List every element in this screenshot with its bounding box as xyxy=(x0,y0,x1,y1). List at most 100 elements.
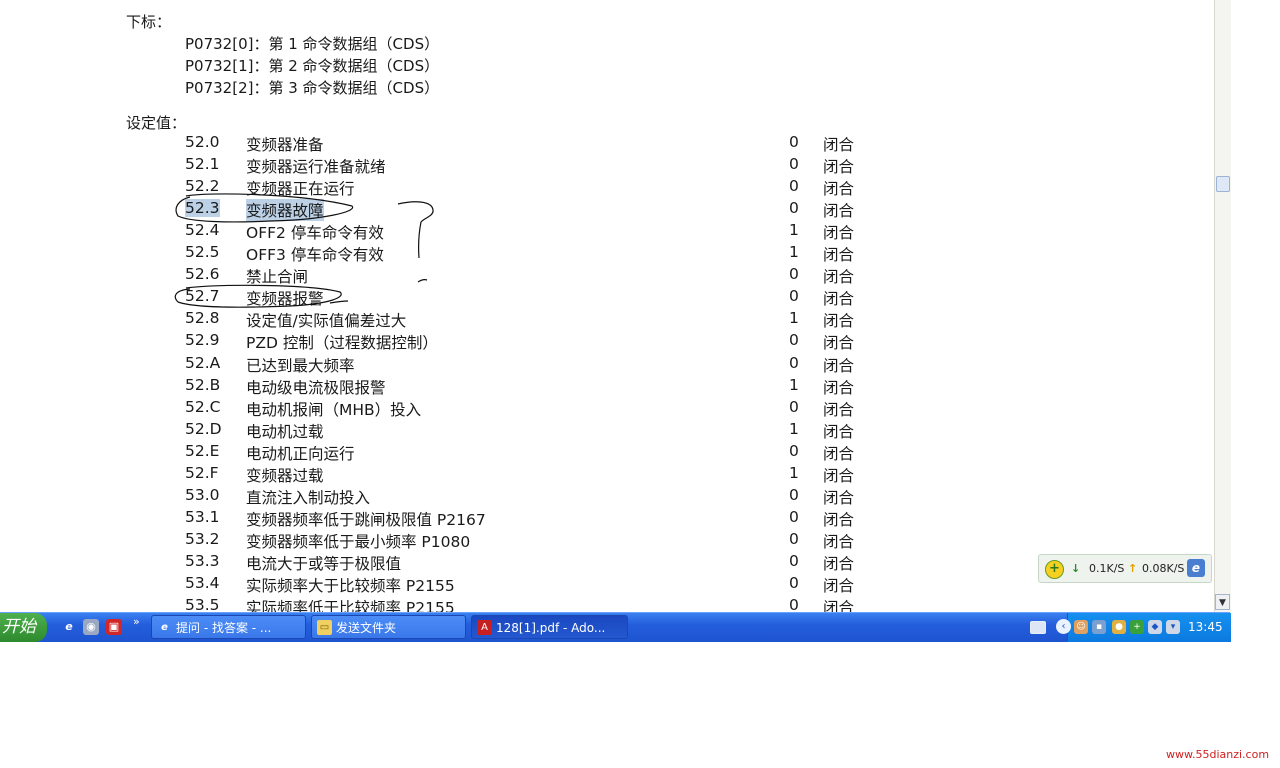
task-label: 发送文件夹 xyxy=(336,621,397,635)
update-icon[interactable]: ▾ xyxy=(1166,620,1180,634)
row-code: 53.4 xyxy=(185,574,220,592)
row-state: 闭合 xyxy=(823,136,855,154)
messenger-icon[interactable]: ☺ xyxy=(1074,620,1088,634)
row-value: 0 xyxy=(789,331,799,350)
row-description: 实际频率低于比较频率 P2155 xyxy=(246,599,455,612)
subscript-item: P0732[1]：第 2 命令数据组（CDS） xyxy=(185,57,440,75)
row-value: 1 xyxy=(789,463,799,482)
row-value: 0 xyxy=(789,353,799,372)
upload-speed: 0.08K/S xyxy=(1142,562,1185,575)
pdf-document-view: 下标： P0732[0]：第 1 命令数据组（CDS） P0732[1]：第 2… xyxy=(0,0,1214,612)
table-row: 52.C 电动机报闸（MHB）投入 0 闭合 xyxy=(0,398,1214,420)
tray-expand-icon[interactable]: ‹ xyxy=(1056,619,1071,634)
task-pdf-reader[interactable]: A 128[1].pdf - Ado... xyxy=(471,615,628,639)
row-state: 闭合 xyxy=(823,334,855,353)
browser-icon[interactable]: e xyxy=(1187,559,1205,577)
user-icon[interactable]: ● xyxy=(1112,620,1126,634)
media-quicklaunch-icon[interactable]: ◉ xyxy=(83,619,99,635)
row-code: 52.F xyxy=(185,463,219,482)
row-state: 闭合 xyxy=(823,400,855,419)
row-value: 0 xyxy=(789,574,799,592)
row-code: 52.B xyxy=(185,375,221,394)
scrollbar-thumb[interactable] xyxy=(1216,176,1230,192)
row-state: 闭合 xyxy=(823,356,855,375)
row-state: 闭合 xyxy=(823,488,855,507)
row-state: 闭合 xyxy=(823,290,855,309)
row-value: 1 xyxy=(789,243,799,262)
row-description: PZD 控制（过程数据控制） xyxy=(246,334,438,353)
table-row: 52.B 电动级电流极限报警 1 闭合 xyxy=(0,376,1214,398)
table-row: 52.0 变频器准备 0 闭合 xyxy=(0,133,1214,155)
task-folder[interactable]: ▭ 发送文件夹 xyxy=(311,615,466,639)
row-description: 实际频率大于比较频率 P2155 xyxy=(246,577,455,595)
pdf-icon: A xyxy=(477,620,492,635)
row-description: 电流大于或等于极限值 xyxy=(246,554,402,573)
row-code: 52.E xyxy=(185,441,220,460)
row-state: 闭合 xyxy=(823,599,855,612)
row-state: 闭合 xyxy=(823,180,855,199)
row-value: 0 xyxy=(789,551,799,570)
row-description: OFF2 停车命令有效 xyxy=(246,224,384,243)
row-state: 闭合 xyxy=(823,378,855,397)
table-row: 53.0 直流注入制动投入 0 闭合 xyxy=(0,486,1214,508)
row-code: 53.5 xyxy=(185,596,220,612)
table-row: 53.5 实际频率低于比较频率 P2155 0 闭合 xyxy=(0,596,1214,612)
row-state: 闭合 xyxy=(823,554,855,573)
row-code: 53.2 xyxy=(185,529,220,548)
start-button[interactable]: 开始 xyxy=(0,613,47,642)
task-label: 提问 - 找答案 - ... xyxy=(176,621,272,635)
table-row: 53.1 变频器频率低于跳闸极限值 P2167 0 闭合 xyxy=(0,508,1214,530)
table-row: 53.3 电流大于或等于极限值 0 闭合 xyxy=(0,552,1214,574)
keyboard-icon[interactable] xyxy=(1030,621,1046,634)
subscript-heading: 下标： xyxy=(126,13,172,31)
row-state: 闭合 xyxy=(823,224,855,243)
quicklaunch-more-icon[interactable]: » xyxy=(133,615,140,628)
row-value: 1 xyxy=(789,309,799,328)
security-icon[interactable]: + xyxy=(1130,620,1144,634)
vertical-scrollbar[interactable] xyxy=(1214,0,1231,612)
watermark: www.55dianzi.com xyxy=(1166,748,1270,761)
network-icon[interactable]: ▪ xyxy=(1092,620,1106,634)
app-quicklaunch-icon[interactable]: ▣ xyxy=(106,619,122,635)
table-row: 52.5 OFF3 停车命令有效 1 闭合 xyxy=(0,243,1214,265)
row-description: 电动机正向运行 xyxy=(246,444,355,463)
row-code: 52.8 xyxy=(185,309,220,328)
row-state: 闭合 xyxy=(823,577,855,595)
shield-icon[interactable]: ◆ xyxy=(1148,620,1162,634)
table-row: 52.6 禁止合闸 0 闭合 xyxy=(0,265,1214,287)
row-code: 52.7 xyxy=(185,287,220,306)
row-description: 变频器频率低于跳闸极限值 P2167 xyxy=(246,510,486,529)
download-speed: 0.1K/S xyxy=(1089,562,1125,575)
row-description: 变频器运行准备就绪 xyxy=(246,158,386,177)
row-value: 1 xyxy=(789,419,799,438)
row-state: 闭合 xyxy=(823,202,855,221)
row-value: 0 xyxy=(789,155,799,174)
scroll-down-icon[interactable]: ▼ xyxy=(1215,594,1230,610)
row-state: 闭合 xyxy=(823,158,855,177)
network-speed-widget[interactable]: + ↓ 0.1K/S ↑ 0.08K/S e xyxy=(1038,554,1212,583)
table-row: 52.1 变频器运行准备就绪 0 闭合 xyxy=(0,155,1214,177)
row-code: 52.3 xyxy=(185,199,220,218)
download-arrow-icon: ↓ xyxy=(1071,562,1081,575)
table-row: 52.2 变频器正在运行 0 闭合 xyxy=(0,177,1214,199)
row-value: 0 xyxy=(789,485,799,504)
row-value: 0 xyxy=(789,507,799,526)
row-value: 1 xyxy=(789,375,799,394)
subscript-item: P0732[0]：第 1 命令数据组（CDS） xyxy=(185,35,440,53)
row-code: 52.A xyxy=(185,353,221,372)
row-description: 电动机报闸（MHB）投入 xyxy=(246,400,422,419)
row-description: 已达到最大频率 xyxy=(246,356,355,375)
security-plus-icon[interactable]: + xyxy=(1045,560,1064,579)
row-description: 直流注入制动投入 xyxy=(246,488,371,507)
ie-quicklaunch-icon[interactable]: e xyxy=(61,619,77,635)
row-state: 闭合 xyxy=(823,246,855,265)
row-state: 闭合 xyxy=(823,510,855,529)
table-row: 52.9 PZD 控制（过程数据控制） 0 闭合 xyxy=(0,331,1214,353)
row-code: 52.5 xyxy=(185,243,220,262)
row-state: 闭合 xyxy=(823,444,855,463)
row-state: 闭合 xyxy=(823,422,855,441)
table-row: 52.4 OFF2 停车命令有效 1 闭合 xyxy=(0,221,1214,243)
row-description: 设定值/实际值偏差过大 xyxy=(246,312,407,331)
task-browser[interactable]: e 提问 - 找答案 - ... xyxy=(151,615,306,639)
row-value: 0 xyxy=(789,199,799,218)
